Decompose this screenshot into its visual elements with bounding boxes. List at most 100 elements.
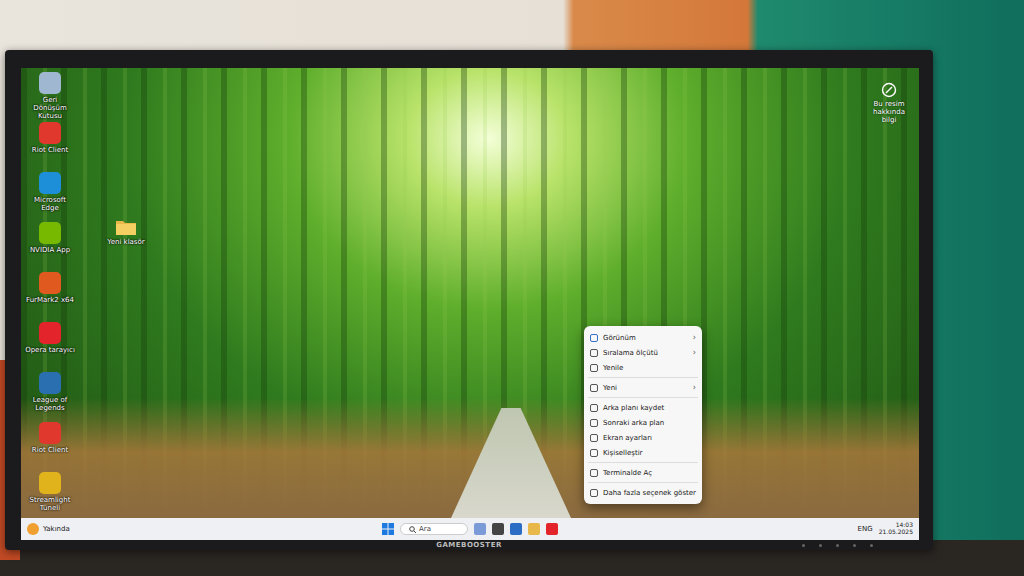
monitor: Geri Dönüşüm Kutusu Riot Client Microsoft … [5,50,933,550]
taskbar: Yakında Ara ENG 14:0321.05.2025 [21,518,919,540]
menu-item[interactable]: Kişiselleştir [584,445,702,460]
menu-item-label: Yenile [603,364,696,372]
icon-label: FurMark2 x64 [26,296,74,304]
icon-label: League of Legends [25,396,75,412]
desktop-icon[interactable]: Geri Dönüşüm Kutusu [25,72,75,120]
menu-item-icon [590,384,598,392]
menu-item[interactable]: Arka planı kaydet [584,400,702,415]
taskbar-app-icon[interactable] [474,523,486,535]
menu-item-icon [590,349,598,357]
app-icon [39,72,61,94]
menu-item[interactable]: Sıralama ölçütü › [584,345,702,360]
menu-item-icon [590,449,598,457]
menu-item[interactable]: Görünüm › [584,330,702,345]
submenu-arrow: › [693,348,696,357]
menu-item[interactable]: Yeni › [584,380,702,395]
menu-separator [588,397,698,398]
spotlight-info[interactable]: Bu resim hakkında bilgi [867,82,911,124]
menu-item-label: Kişiselleştir [603,449,696,457]
taskbar-app-icon[interactable] [492,523,504,535]
menu-item-label: Sıralama ölçütü [603,349,688,357]
submenu-arrow: › [693,383,696,392]
context-menu: Görünüm › Sıralama ölçütü › Yenile Yeni › Arka … [584,326,702,504]
icon-label: Streamlight Tüneli [25,496,75,512]
monitor-buttons [802,544,873,547]
menu-item-label: Arka planı kaydet [603,404,696,412]
app-icon [39,372,61,394]
app-icon [39,472,61,494]
monitor-button[interactable] [836,544,839,547]
monitor-button[interactable] [853,544,856,547]
search-box[interactable]: Ara [400,523,468,535]
app-icon [39,322,61,344]
screen: Geri Dönüşüm Kutusu Riot Client Microsoft … [21,68,919,540]
monitor-button[interactable] [870,544,873,547]
desktop-icon[interactable]: NVIDIA App [25,222,75,254]
icon-label: Microsoft Edge [25,196,75,212]
menu-item-icon [590,334,598,342]
widget-label: Yakında [43,525,70,533]
app-icon [39,272,61,294]
desktop-icon[interactable]: Riot Client [25,422,75,454]
folder-icon [115,218,137,236]
icon-label: Opera tarayıcı [25,346,75,354]
clock[interactable]: 14:0321.05.2025 [879,522,913,535]
monitor-button[interactable] [819,544,822,547]
icon-label: Riot Client [32,446,68,454]
icon-label: Geri Dönüşüm Kutusu [25,96,75,120]
time: 14:03 [896,522,913,529]
icon-label: Riot Client [32,146,68,154]
app-icon [39,222,61,244]
monitor-button[interactable] [802,544,805,547]
windows-start-icon [382,523,394,535]
taskbar-app-icon[interactable] [510,523,522,535]
brand-logo: GAMEBOOSTER [436,541,502,549]
widgets[interactable]: Yakında [27,523,376,535]
folder-label: Yeni klasör [107,238,144,246]
menu-item-label: Terminalde Aç [603,469,696,477]
menu-item-icon [590,404,598,412]
weather-icon [27,523,39,535]
app-icon [39,422,61,444]
monitor-chin: GAMEBOOSTER [5,540,933,550]
menu-item[interactable]: Yenile [584,360,702,375]
menu-item[interactable]: Sonraki arka plan [584,415,702,430]
search-icon [409,526,416,533]
menu-item-label: Ekran ayarları [603,434,696,442]
date: 21.05.2025 [879,529,913,536]
taskbar-apps: Ara [382,523,558,535]
menu-item-label: Yeni [603,384,688,392]
menu-item-label: Daha fazla seçenek göster [603,489,696,497]
menu-separator [588,377,698,378]
language[interactable]: ENG [858,525,873,533]
app-icon [39,122,61,144]
menu-separator [588,462,698,463]
system-tray: ENG 14:0321.05.2025 [564,522,913,535]
desktop-icon[interactable]: Streamlight Tüneli [25,472,75,512]
menu-separator [588,482,698,483]
taskbar-app-icon[interactable] [546,523,558,535]
menu-item-icon [590,364,598,372]
menu-item-label: Sonraki arka plan [603,419,696,427]
desktop-icon[interactable]: Riot Client [25,122,75,154]
desktop-icon[interactable]: FurMark2 x64 [25,272,75,304]
spotlight-label: Bu resim hakkında bilgi [867,100,911,124]
menu-item-label: Görünüm [603,334,688,342]
menu-item-icon [590,489,598,497]
menu-item-icon [590,434,598,442]
camera-icon [881,82,897,98]
menu-item-icon [590,419,598,427]
menu-item[interactable]: Terminalde Aç [584,465,702,480]
desktop-icon[interactable]: Opera tarayıcı [25,322,75,354]
menu-item[interactable]: Daha fazla seçenek göster [584,485,702,500]
taskbar-app-icon[interactable] [528,523,540,535]
submenu-arrow: › [693,333,696,342]
desktop-icon[interactable]: League of Legends [25,372,75,412]
app-icon [39,172,61,194]
icon-label: NVIDIA App [30,246,70,254]
menu-item-icon [590,469,598,477]
desktop-icon[interactable]: Microsoft Edge [25,172,75,212]
menu-item[interactable]: Ekran ayarları [584,430,702,445]
search-placeholder: Ara [419,525,431,533]
folder[interactable]: Yeni klasör [101,218,151,246]
